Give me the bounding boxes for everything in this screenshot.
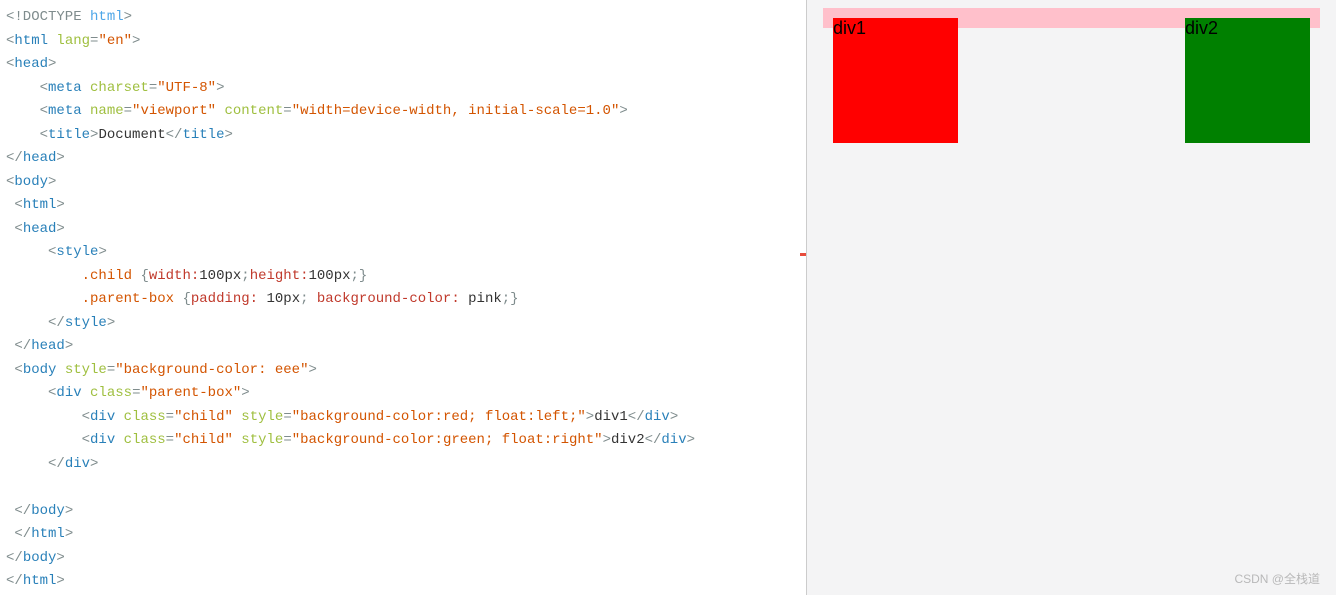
code-line[interactable]: <body> [0,171,806,195]
code-line[interactable]: <style> [0,241,806,265]
preview-pane: div1 div2 CSDN @全栈道 [807,0,1336,595]
code-line[interactable] [0,476,806,500]
code-line[interactable]: .parent-box {padding: 10px; background-c… [0,288,806,312]
code-line[interactable]: <title>Document</title> [0,124,806,148]
code-line[interactable]: <div class="child" style="background-col… [0,429,806,453]
code-line[interactable]: .child {width:100px;height:100px;} [0,265,806,289]
code-line[interactable]: </html> [0,570,806,594]
code-line[interactable]: <div class="parent-box"> [0,382,806,406]
code-line[interactable]: <!DOCTYPE html> [0,6,806,30]
code-line[interactable]: </div> [0,453,806,477]
code-line[interactable]: </head> [0,335,806,359]
code-line[interactable]: <meta name="viewport" content="width=dev… [0,100,806,124]
code-line[interactable]: <html> [0,194,806,218]
code-line[interactable]: <head> [0,53,806,77]
split-handle-mark[interactable] [800,253,806,256]
code-line[interactable]: </html> [0,523,806,547]
code-editor-pane[interactable]: <!DOCTYPE html> <html lang="en"> <head> … [0,0,807,595]
div1-box: div1 [833,18,958,143]
code-line[interactable]: </body> [0,500,806,524]
watermark: CSDN @全栈道 [1234,570,1320,587]
code-line[interactable]: </head> [0,147,806,171]
code-line[interactable]: <body style="background-color: eee"> [0,359,806,383]
code-line[interactable]: <div class="child" style="background-col… [0,406,806,430]
code-line[interactable]: <meta charset="UTF-8"> [0,77,806,101]
code-line[interactable]: </body> [0,547,806,571]
div2-box: div2 [1185,18,1310,143]
code-line[interactable]: <html lang="en"> [0,30,806,54]
code-line[interactable]: </style> [0,312,806,336]
code-line[interactable]: <head> [0,218,806,242]
parent-box: div1 div2 [823,8,1320,28]
